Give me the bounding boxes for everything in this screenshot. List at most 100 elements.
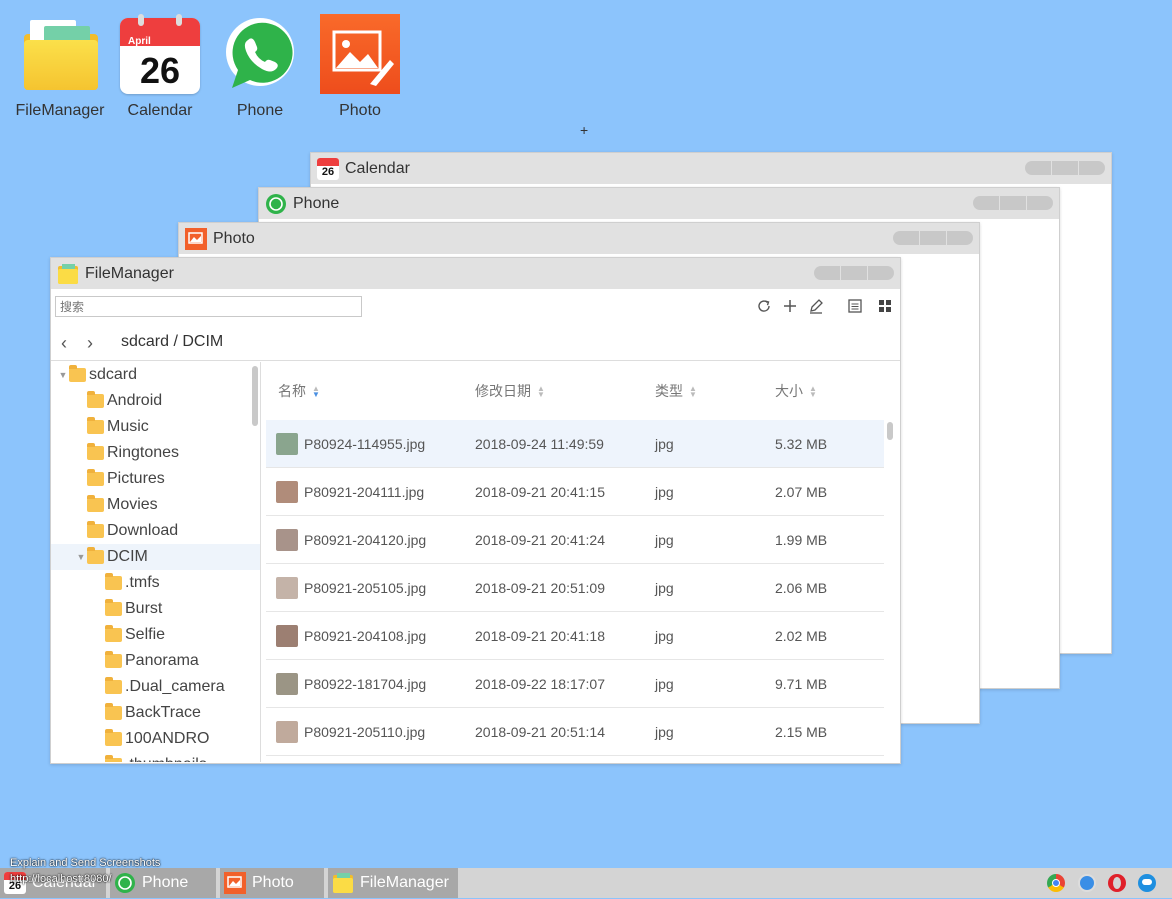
tree-item-backtrace[interactable]: BackTrace <box>51 700 260 726</box>
close-button[interactable] <box>868 266 894 280</box>
maximize-button[interactable] <box>841 266 867 280</box>
refresh-icon[interactable] <box>755 297 773 315</box>
table-row[interactable]: P80921-205105.jpg 2018-09-21 20:51:09 jpg 2… <box>266 564 884 612</box>
tree-item-100andro[interactable]: 100ANDRO <box>51 726 260 752</box>
table-row[interactable]: P80922-181704.jpg 2018-09-22 18:17:07 jpg 9… <box>266 660 884 708</box>
tree-item-tmfs[interactable]: .tmfs <box>51 570 260 596</box>
filemanager-nav: ‹ › sdcard / DCIM <box>51 323 900 361</box>
close-button[interactable] <box>1027 196 1053 210</box>
taskbar-item-photo[interactable]: Photo <box>220 868 324 898</box>
column-name-header[interactable]: 名称 ▲ ▼ <box>278 381 320 401</box>
taskbar-item-label: Phone <box>142 874 189 891</box>
tree-item-pictures[interactable]: Pictures <box>51 466 260 492</box>
tree-item-label: BackTrace <box>125 704 201 721</box>
chrome-icon[interactable] <box>1047 874 1065 892</box>
back-icon[interactable]: ‹ <box>61 333 67 354</box>
expand-caret-icon[interactable]: ▼ <box>57 370 69 380</box>
tree-item-music[interactable]: Music <box>51 414 260 440</box>
table-row[interactable]: P80921-205110.jpg 2018-09-21 20:51:14 jpg 2… <box>266 708 884 756</box>
cell-size: 1.99 MB <box>775 532 828 548</box>
search-input[interactable] <box>55 296 362 317</box>
desktop-icon-calendar[interactable]: April 26 Calendar <box>112 14 208 120</box>
forward-icon[interactable]: › <box>87 333 93 354</box>
window-controls <box>1025 161 1105 175</box>
photo-window-titlebar[interactable]: Photo <box>179 223 979 254</box>
minimize-button[interactable] <box>973 196 999 210</box>
image-thumbnail <box>276 433 298 455</box>
tree-item-burst[interactable]: Burst <box>51 596 260 622</box>
maximize-button[interactable] <box>920 231 946 245</box>
window-title: Calendar <box>345 159 410 177</box>
photo-icon <box>224 872 246 894</box>
tree-item-movies[interactable]: Movies <box>51 492 260 518</box>
cell-type: jpg <box>655 532 674 548</box>
tree-item-dual-camera[interactable]: .Dual_camera <box>51 674 260 700</box>
tree-item-dcim[interactable]: ▼ DCIM <box>51 544 260 570</box>
taskbar-item-label: FileManager <box>360 874 449 891</box>
add-icon[interactable] <box>781 297 799 315</box>
cell-date: 2018-09-21 20:51:09 <box>475 580 605 596</box>
filemanager-toolbar <box>51 289 900 323</box>
desktop-icon-label: FileManager <box>15 102 105 119</box>
cell-size: 2.15 MB <box>775 724 828 740</box>
tree-item-download[interactable]: Download <box>51 518 260 544</box>
table-row[interactable]: P80921-204120.jpg 2018-09-21 20:41:24 jpg 1… <box>266 516 884 564</box>
tree-item-thumbnails[interactable]: .thumbnails <box>51 752 260 762</box>
opera-icon[interactable] <box>1108 874 1126 892</box>
calendar-window-titlebar[interactable]: 26 Calendar <box>311 153 1111 184</box>
minimize-button[interactable] <box>814 266 840 280</box>
tree-item-sdcard[interactable]: ▼ sdcard <box>51 362 260 388</box>
ie-icon[interactable] <box>1138 874 1156 892</box>
tree-item-label: .Dual_camera <box>125 678 225 695</box>
cell-name: P80921-205105.jpg <box>304 580 427 596</box>
list-scrollbar[interactable] <box>887 422 893 440</box>
filemanager-window[interactable]: FileManager ‹ › sdcard / DCIM ▼ sdcard And… <box>50 257 901 764</box>
edit-icon[interactable] <box>807 297 825 315</box>
table-row[interactable]: P80921-204111.jpg 2018-09-21 20:41:15 jpg 2… <box>266 468 884 516</box>
maximize-button[interactable] <box>1000 196 1026 210</box>
tree-item-label: Pictures <box>107 470 165 487</box>
table-row[interactable]: P80921-204108.jpg 2018-09-21 20:41:18 jpg 2… <box>266 612 884 660</box>
phone-window-titlebar[interactable]: Phone <box>259 188 1059 219</box>
close-button[interactable] <box>1079 161 1105 175</box>
desktop-icon-filemanager[interactable]: FileManager <box>12 14 108 120</box>
tree-scrollbar[interactable] <box>252 366 258 426</box>
tree-item-label: Movies <box>107 496 158 513</box>
minimize-button[interactable] <box>1025 161 1051 175</box>
tree-item-label: 100ANDRO <box>125 730 210 747</box>
minimize-button[interactable] <box>893 231 919 245</box>
calendar-icon: 26 <box>317 157 339 180</box>
window-controls <box>814 266 894 280</box>
taskbar-item-filemanager[interactable]: FileManager <box>328 868 458 898</box>
tree-item-selfie[interactable]: Selfie <box>51 622 260 648</box>
cell-size: 9.71 MB <box>775 676 828 692</box>
filemanager-window-titlebar[interactable]: FileManager <box>51 258 900 289</box>
tree-item-panorama[interactable]: Panorama <box>51 648 260 674</box>
grid-view-icon[interactable] <box>876 297 894 315</box>
tree-item-android[interactable]: Android <box>51 388 260 414</box>
file-list: 名称 ▲ ▼ 修改日期 ▲ ▼ 类型 ▲ ▼ 大小 ▲ ▼ P80924-114955.jpg 2… <box>266 362 900 762</box>
folder-icon <box>105 755 122 762</box>
list-view-icon[interactable] <box>846 297 864 315</box>
column-type-header[interactable]: 类型 ▲ ▼ <box>655 381 697 401</box>
tree-item-ringtones[interactable]: Ringtones <box>51 440 260 466</box>
expand-caret-icon[interactable]: ▼ <box>75 552 87 562</box>
column-size-header[interactable]: 大小 ▲ ▼ <box>775 381 817 401</box>
window-title: FileManager <box>85 264 174 282</box>
desktop-icon-phone[interactable]: Phone <box>212 14 308 120</box>
desktop-icon-photo[interactable]: Photo <box>312 14 408 120</box>
folder-icon <box>69 365 86 382</box>
taskbar-item-phone[interactable]: Phone <box>110 868 216 898</box>
cell-name: P80922-181704.jpg <box>304 676 427 692</box>
close-button[interactable] <box>947 231 973 245</box>
cell-type: jpg <box>655 484 674 500</box>
tree-item-label: sdcard <box>89 366 138 383</box>
column-size-label: 大小 <box>775 383 803 399</box>
window-title: Photo <box>213 229 255 247</box>
maximize-button[interactable] <box>1052 161 1078 175</box>
table-row[interactable]: P80924-114955.jpg 2018-09-24 11:49:59 jpg 5… <box>266 420 884 468</box>
column-date-header[interactable]: 修改日期 ▲ ▼ <box>475 381 545 401</box>
cell-date: 2018-09-21 20:41:18 <box>475 628 605 644</box>
breadcrumb[interactable]: sdcard / DCIM <box>121 333 223 351</box>
safari-icon[interactable] <box>1078 874 1096 892</box>
